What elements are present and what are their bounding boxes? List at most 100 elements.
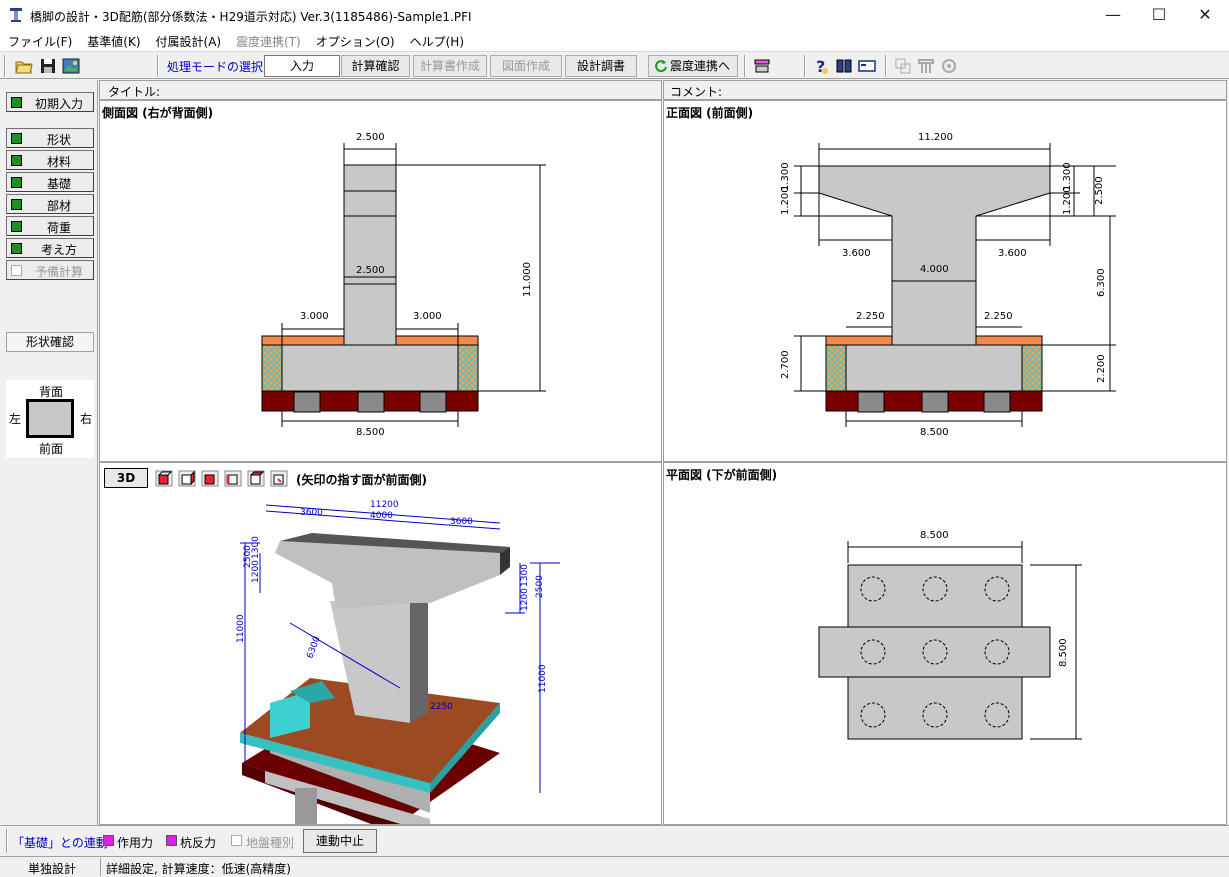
menu-seismic[interactable]: 震度連携(T)	[228, 31, 308, 50]
menu-attached[interactable]: 付属設計(A)	[148, 31, 229, 50]
dim3d-h2: 1200	[520, 588, 530, 611]
ground-checkbox[interactable]	[231, 835, 242, 846]
side-view-panel: 側面図 (右が背面側) 2.500 2.500 3.000 3.000 8.50…	[99, 100, 662, 462]
plan-dim-width: 8.500	[920, 530, 949, 541]
minimize-button[interactable]: —	[1090, 0, 1136, 31]
dim-right: 3.000	[413, 311, 442, 322]
orient-left: 左	[9, 412, 22, 426]
comment-label: コメント:	[670, 85, 723, 99]
dim-col-h: 6.300	[1096, 268, 1107, 297]
sidebar-item-initial-input[interactable]: 初期入力	[6, 92, 94, 112]
pile-legend: 杭反力	[180, 836, 217, 850]
mode-label: 処理モードの選択	[167, 60, 264, 74]
settings-disabled-icon[interactable]	[939, 56, 959, 76]
menu-file[interactable]: ファイル(F)	[0, 31, 79, 50]
image-export-icon[interactable]	[61, 56, 81, 76]
plan-view-drawing: 8.500 8.500	[818, 530, 1082, 740]
dim-top-width: 2.500	[356, 132, 385, 143]
structure-disabled-icon[interactable]	[916, 56, 936, 76]
checkbox-icon	[11, 221, 22, 232]
view3d-panel: 3D (矢印の指す面が前面側) 11200 3600 4000 3600 250…	[99, 462, 662, 825]
sidebar-item-concept[interactable]: 考え方	[6, 238, 94, 258]
open-folder-icon[interactable]	[14, 56, 34, 76]
status-bar: 単独設計 詳細設定, 計算速度：低速(高精度)	[0, 856, 1229, 877]
sidebar-item-shape[interactable]: 形状	[6, 128, 94, 148]
menu-help[interactable]: ヘルプ(H)	[402, 31, 471, 50]
dim-height: 11.000	[522, 262, 533, 297]
plan-dim-depth: 8.500	[1058, 638, 1069, 667]
pier-model-icon[interactable]	[752, 56, 772, 76]
status-detail: 詳細設定, 計算速度：低速(高精度)	[106, 862, 291, 876]
orient-front: 前面	[39, 442, 64, 456]
checkbox-icon	[11, 155, 22, 166]
copy-disabled-icon[interactable]	[893, 56, 913, 76]
sidebar-item-material[interactable]: 材料	[6, 150, 94, 170]
toolbar: 処理モードの選択 入力 計算確認 計算書作成 図面作成 設計調書 震度連携へ ?	[0, 51, 1229, 79]
drawing-button[interactable]: 図面作成	[490, 55, 562, 77]
dim-ftg-h1: 2.700	[780, 350, 791, 379]
checkbox-icon	[11, 199, 22, 210]
calc-doc-button[interactable]: 計算書作成	[413, 55, 487, 77]
menu-option[interactable]: オプション(O)	[308, 31, 402, 50]
dim3d-c2: 2250	[430, 702, 453, 712]
sidebar-item-load[interactable]: 荷重	[6, 216, 94, 236]
checkbox-icon	[11, 265, 22, 276]
dim-cant-l: 3.600	[842, 248, 871, 259]
checkbox-icon	[11, 243, 22, 254]
dim3d-total-h: 11000	[538, 664, 548, 693]
comment-field[interactable]: コメント:	[663, 80, 1227, 100]
manual-icon[interactable]	[834, 56, 854, 76]
input-mode-button[interactable]: 入力	[264, 55, 340, 77]
dim-base-front: 8.500	[920, 427, 949, 438]
design-doc-button[interactable]: 設計調書	[565, 55, 637, 77]
save-icon[interactable]	[38, 56, 58, 76]
close-button[interactable]: ✕	[1182, 0, 1228, 31]
link-bar: 「基礎」との連動 作用力 杭反力 地盤種別 連動中止	[0, 825, 1229, 855]
orientation-widget: 背面 左 右 前面	[6, 380, 94, 458]
stop-link-button[interactable]: 連動中止	[303, 829, 377, 853]
help-icon[interactable]: ?	[811, 56, 831, 76]
menu-bar: ファイル(F) 基準値(K) 付属設計(A) 震度連携(T) オプション(O) ヘルプ(H…	[0, 31, 1229, 51]
dim3d-hl2: 1200	[251, 560, 261, 583]
dim3d-mid: 4000	[370, 511, 393, 521]
pier-plan-box	[26, 399, 74, 438]
dim-h2-right: 1.200	[1062, 186, 1073, 215]
sidebar-item-member[interactable]: 部材	[6, 194, 94, 214]
status-mode: 単独設計	[28, 862, 77, 876]
ground-label: 地盤種別	[246, 836, 295, 850]
dim-ftg-l: 2.250	[856, 311, 885, 322]
checkbox-icon	[11, 97, 22, 108]
dim-col: 4.000	[920, 264, 949, 275]
dim-left: 3.000	[300, 311, 329, 322]
dim3d-col-h: 11000	[236, 614, 246, 643]
dim3d-right: 3600	[450, 517, 473, 527]
force-color-swatch	[103, 835, 114, 846]
link-label: 「基礎」との連動	[12, 836, 108, 850]
dim-h2: 1.200	[780, 186, 791, 215]
dim-h3: 2.500	[1094, 176, 1105, 205]
dim-beam: 11.200	[918, 132, 953, 143]
pile-color-swatch	[166, 835, 177, 846]
dim3d-left: 3600	[300, 508, 323, 518]
app-icon	[10, 8, 22, 22]
seismic-link-label: 震度連携へ	[669, 59, 730, 73]
dim-col-width: 2.500	[356, 265, 385, 276]
checkbox-icon	[11, 177, 22, 188]
card-icon[interactable]	[857, 56, 877, 76]
calc-check-button[interactable]: 計算確認	[341, 55, 410, 77]
title-bar: 橋脚の設計・3D配筋(部分係数法・H29道示対応) Ver.3(1185486)…	[0, 0, 1229, 31]
side-view-drawing: 2.500 2.500 3.000 3.000 8.500 11.000	[261, 132, 546, 438]
orient-right: 右	[80, 412, 93, 426]
title-field[interactable]: タイトル:	[99, 80, 662, 100]
sidebar-item-foundation[interactable]: 基礎	[6, 172, 94, 192]
dim-ftg-h2: 2.200	[1096, 354, 1107, 383]
sidebar: 初期入力 形状 材料 基礎 部材 荷重 考え方 予備計算 形状確認 背面 左 右…	[0, 80, 98, 825]
front-view-drawing: 11.200 3.600 3.600 4.000 2.250 2.250 8.5…	[780, 132, 1116, 438]
sidebar-item-preliminary[interactable]: 予備計算	[6, 260, 94, 280]
seismic-link-button[interactable]: 震度連携へ	[648, 55, 738, 77]
orient-back: 背面	[39, 385, 64, 399]
maximize-button[interactable]: ☐	[1136, 0, 1182, 31]
shape-check-button[interactable]: 形状確認	[6, 332, 94, 352]
refresh-icon	[655, 60, 667, 73]
menu-standard[interactable]: 基準値(K)	[79, 31, 147, 50]
